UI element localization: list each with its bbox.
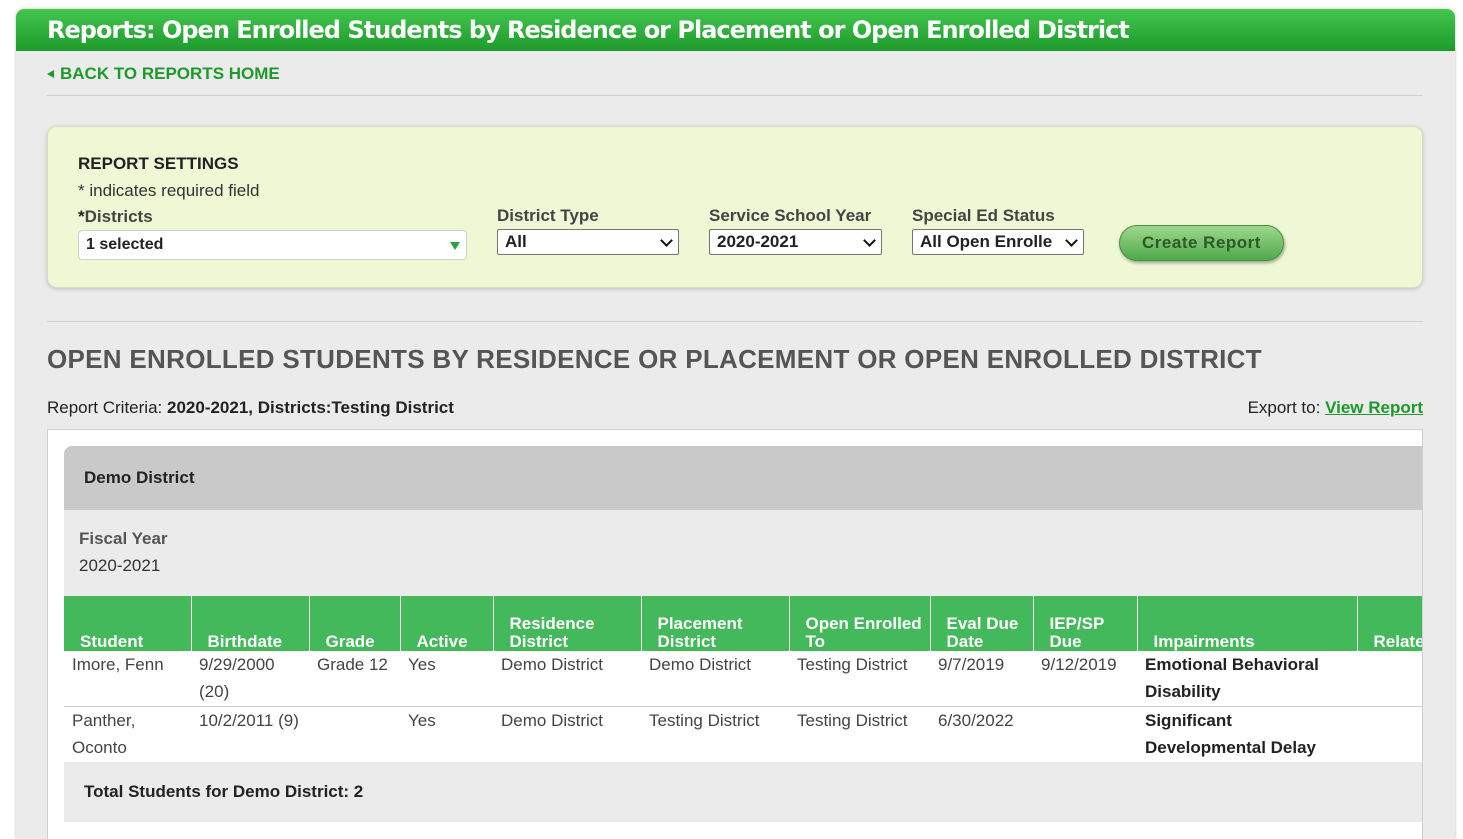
- chevron-down-icon: [863, 234, 876, 247]
- fiscal-year-label: Fiscal Year: [79, 529, 168, 548]
- birthdate: 10/2/2011 (9): [199, 710, 299, 730]
- report-settings-panel: REPORT SETTINGS * indicates required fie…: [47, 126, 1423, 288]
- eval-due-date: 9/7/2019: [930, 651, 1033, 707]
- impairments: Emotional Behavioral Disability: [1137, 651, 1357, 707]
- residence-district: Demo District: [493, 651, 641, 707]
- sped-status-select[interactable]: All Open Enrolle: [912, 229, 1084, 255]
- col-header[interactable]: Residence District: [492, 596, 641, 651]
- col-header[interactable]: Grade: [308, 596, 400, 651]
- district-total: Total Students for Demo District: 2: [64, 762, 1422, 822]
- residence-district: Demo District: [501, 710, 604, 730]
- table-header-row: Student Birthdate Grade Active Residence…: [64, 596, 1422, 651]
- page-title: Reports: Open Enrolled Students by Resid…: [16, 9, 1455, 51]
- col-header[interactable]: IEP/SP Due: [1032, 596, 1137, 651]
- fiscal-year-block: Fiscal Year 2020-2021: [64, 510, 1422, 596]
- student-name: Imore, Fenn: [64, 651, 191, 707]
- back-arrow-icon: [47, 70, 54, 78]
- placement-district: Demo District: [641, 651, 789, 707]
- iep-due: [1033, 706, 1137, 761]
- district-type-select[interactable]: All: [497, 229, 679, 255]
- open-enrolled-to: Testing District: [789, 651, 930, 707]
- students-table: Student Birthdate Grade Active Residence…: [64, 596, 1422, 761]
- school-year-label: Service School Year: [709, 206, 872, 225]
- view-report-link[interactable]: View Report: [1325, 398, 1423, 417]
- table-row: Panther, Oconto 10/2/2011 (9) Yes Demo D…: [64, 706, 1422, 761]
- report-criteria: Report Criteria: 2020-2021, Districts:Te…: [47, 398, 454, 417]
- active: Yes: [408, 710, 436, 730]
- sped-status-label: Special Ed Status: [912, 206, 1055, 225]
- report-results-panel: Demo District Fiscal Year 2020-2021 Stud…: [47, 429, 1423, 839]
- grade: [309, 706, 400, 761]
- chevron-down-icon: [1065, 234, 1078, 247]
- students-table-wrap: Student Birthdate Grade Active Residence…: [64, 596, 1422, 761]
- districts-value: 1 selected: [86, 236, 164, 253]
- eval-due-date: 6/30/2022: [938, 710, 1014, 730]
- required-note: * indicates required field: [78, 181, 260, 200]
- sped-status-value: All Open Enrolle: [920, 232, 1053, 251]
- iep-due: 9/12/2019: [1033, 651, 1137, 707]
- col-header[interactable]: Impairments: [1136, 596, 1357, 651]
- district-header: Demo District: [64, 446, 1422, 510]
- district-type-value: All: [505, 232, 527, 251]
- export-section: Export to: View Report: [1247, 398, 1423, 417]
- back-to-reports-link[interactable]: BACK TO REPORTS HOME: [47, 64, 280, 84]
- related-services: [1357, 706, 1422, 761]
- report-window: Reports: Open Enrolled Students by Resid…: [16, 9, 1455, 839]
- back-link-label: BACK TO REPORTS HOME: [60, 64, 280, 83]
- student-name: Panther, Oconto: [72, 710, 136, 757]
- chevron-down-icon: [660, 234, 673, 247]
- criteria-value: 2020-2021, Districts:Testing District: [167, 398, 454, 417]
- report-title: OPEN ENROLLED STUDENTS BY RESIDENCE OR P…: [47, 344, 1262, 374]
- table-row: Imore, Fenn 9/29/2000 (20) Grade 12 Yes …: [64, 651, 1422, 707]
- col-header[interactable]: Open Enrolled To: [788, 596, 930, 651]
- divider: [47, 321, 1423, 322]
- school-year-value: 2020-2021: [717, 232, 799, 251]
- fiscal-year-value: 2020-2021: [79, 556, 161, 575]
- col-header[interactable]: Placement District: [640, 596, 789, 651]
- col-header[interactable]: Active: [399, 596, 493, 651]
- col-header[interactable]: Student: [64, 596, 191, 651]
- active: Yes: [400, 651, 493, 707]
- open-enrolled-to: Testing District: [797, 710, 908, 730]
- placement-district: Testing District: [649, 710, 760, 730]
- col-header[interactable]: Birthdate: [190, 596, 309, 651]
- related-services: [1357, 651, 1422, 707]
- districts-label: *Districts: [78, 207, 153, 226]
- school-year-select[interactable]: 2020-2021: [709, 229, 882, 255]
- grade: Grade 12: [309, 651, 400, 707]
- settings-heading: REPORT SETTINGS: [78, 154, 239, 173]
- birthdate: 9/29/2000 (20): [191, 651, 309, 707]
- divider: [47, 95, 1423, 96]
- district-type-label: District Type: [497, 206, 599, 225]
- col-header[interactable]: Eval Due Date: [929, 596, 1033, 651]
- districts-multiselect[interactable]: 1 selected: [78, 230, 467, 260]
- caret-down-icon: [450, 242, 460, 250]
- col-header[interactable]: Related Services: [1356, 596, 1422, 651]
- impairments: Significant Developmental Delay: [1145, 710, 1317, 757]
- create-report-button[interactable]: Create Report: [1119, 225, 1284, 261]
